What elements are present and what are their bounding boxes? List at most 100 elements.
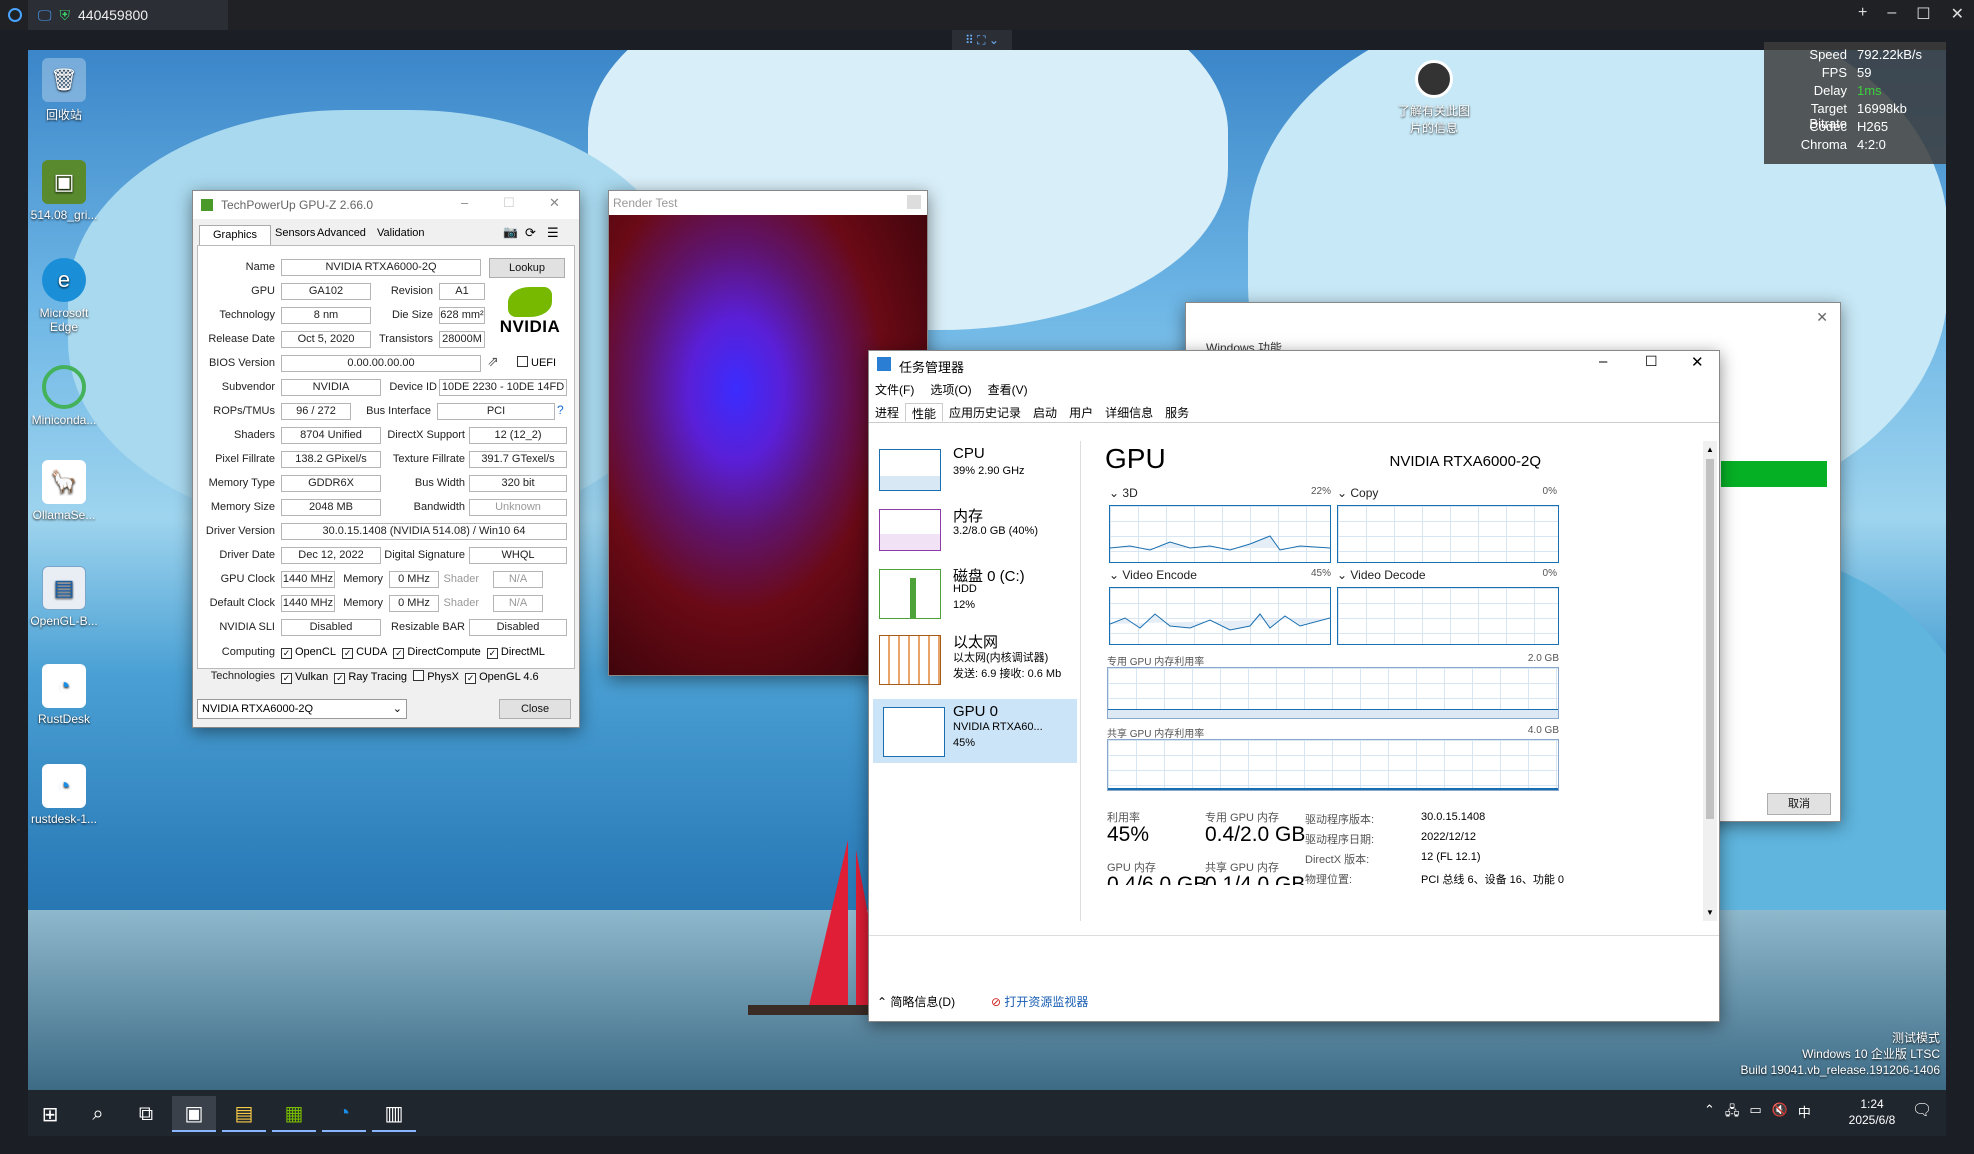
tab-services[interactable]: 服务: [1159, 403, 1195, 422]
menu-options[interactable]: 选项(O): [930, 381, 971, 398]
start-windows-icon[interactable]: ⊞: [28, 1096, 72, 1132]
texture-fillrate-field[interactable]: 391.7 GTexel/s: [469, 451, 567, 468]
device-id-field[interactable]: 10DE 2230 - 10DE 14FD: [439, 379, 567, 396]
pixel-fillrate-field[interactable]: 138.2 GPixel/s: [281, 451, 381, 468]
memory-size-field[interactable]: 2048 MB: [281, 499, 381, 516]
close-icon[interactable]: ✕: [1951, 4, 1964, 24]
directml-checkbox[interactable]: ✓ DirectML: [486, 646, 545, 659]
fewer-details-link[interactable]: ⌃ 简略信息(D): [877, 993, 955, 1010]
sli-field[interactable]: Disabled: [281, 619, 381, 636]
gpu-clock-field[interactable]: 1440 MHz: [281, 571, 335, 588]
network-icon[interactable]: 🖧: [1725, 1102, 1740, 1124]
default-shader-field[interactable]: N/A: [493, 595, 543, 612]
ray-tracing-checkbox[interactable]: ✓ Ray Tracing: [334, 671, 407, 684]
bandwidth-field[interactable]: Unknown: [469, 499, 567, 516]
physx-checkbox[interactable]: PhysX: [413, 670, 459, 683]
taskbar-app-gpuz[interactable]: ▣: [172, 1096, 216, 1132]
desktop-icon-ollama[interactable]: 🦙 OllamaSe...: [26, 460, 102, 522]
tab-users[interactable]: 用户: [1063, 403, 1099, 422]
tab-details[interactable]: 详细信息: [1099, 403, 1159, 422]
transistors-field[interactable]: 28000M: [439, 331, 485, 348]
minimize-icon[interactable]: –: [461, 195, 468, 210]
notification-icon[interactable]: 🗨: [1912, 1100, 1932, 1120]
sidebar-item-gpu[interactable]: GPU 0 NVIDIA RTXA60... 45%: [873, 699, 1077, 763]
task-manager-icon[interactable]: ▥: [372, 1096, 416, 1132]
sidebar-item-ethernet[interactable]: 以太网 以太网(内核调试器) 发送: 6.9 接收: 0.6 Mb: [869, 627, 1076, 691]
desktop-icon-rustdesk-installer[interactable]: ◔ rustdesk-1...: [26, 764, 102, 826]
search-icon[interactable]: ⌕: [76, 1096, 120, 1132]
uefi-checkbox[interactable]: UEFI: [517, 356, 556, 369]
scrollbar[interactable]: ▲ ▼: [1703, 441, 1717, 921]
tab-startup[interactable]: 启动: [1027, 403, 1063, 422]
desktop-icon-rustdesk[interactable]: ◔ RustDesk: [26, 664, 102, 726]
cuda-checkbox[interactable]: ✓ CUDA: [342, 646, 387, 659]
volume-muted-icon[interactable]: 🔇: [1772, 1102, 1788, 1124]
display-icon[interactable]: ▭: [1749, 1102, 1761, 1124]
file-explorer-icon[interactable]: ▤: [222, 1096, 266, 1132]
gpu-shader-field[interactable]: N/A: [493, 571, 543, 588]
menu-icon[interactable]: ☰: [547, 225, 559, 241]
taskbar-app-render-test[interactable]: ▦: [272, 1096, 316, 1132]
gpu-memory-field[interactable]: 0 MHz: [389, 571, 439, 588]
close-icon[interactable]: ✕: [549, 195, 560, 211]
refresh-icon[interactable]: ⟳: [525, 225, 536, 241]
desktop-icon-recycle-bin[interactable]: 🗑 回收站: [26, 58, 102, 123]
technology-field[interactable]: 8 nm: [281, 307, 371, 324]
rustdesk-icon[interactable]: ◔: [322, 1096, 366, 1132]
close-icon[interactable]: ✕: [1816, 309, 1828, 326]
camera-icon[interactable]: 📷: [503, 225, 518, 239]
task-view-icon[interactable]: ⧉: [124, 1096, 168, 1132]
name-field[interactable]: NVIDIA RTXA6000-2Q: [281, 259, 481, 276]
help-icon[interactable]: ?: [557, 403, 564, 417]
remote-toolbar-toggle[interactable]: ⠿ ⛶ ⌄: [952, 30, 1012, 50]
session-tab[interactable]: 🖵 ⛨ 440459800: [28, 0, 228, 30]
ime-indicator[interactable]: 中: [1798, 1102, 1811, 1124]
sidebar-item-cpu[interactable]: CPU 39% 2.90 GHz: [869, 441, 1076, 505]
subvendor-field[interactable]: NVIDIA: [281, 379, 381, 396]
opencl-checkbox[interactable]: ✓ OpenCL: [281, 646, 336, 659]
close-icon[interactable]: [907, 195, 921, 209]
default-clock-field[interactable]: 1440 MHz: [281, 595, 335, 612]
minimize-icon[interactable]: –: [1599, 353, 1607, 370]
chevron-up-icon[interactable]: ▲: [1706, 445, 1714, 454]
chevron-down-icon[interactable]: ▼: [1706, 908, 1714, 917]
engine-label-copy[interactable]: ⌄ Copy: [1337, 486, 1378, 500]
driver-date-field[interactable]: Dec 12, 2022: [281, 547, 381, 564]
sidebar-item-memory[interactable]: 内存 3.2/8.0 GB (40%): [869, 501, 1076, 565]
desktop-icon-opengl[interactable]: ▤ OpenGL-B...: [26, 566, 102, 628]
spotlight-info-icon-item[interactable]: 了解有关此图片的信息: [1394, 60, 1474, 136]
bus-width-field[interactable]: 320 bit: [469, 475, 567, 492]
lookup-button[interactable]: Lookup: [489, 258, 565, 278]
resizable-bar-field[interactable]: Disabled: [469, 619, 567, 636]
maximize-icon[interactable]: ☐: [1645, 353, 1658, 370]
desktop-icon-driver[interactable]: ▣ 514.08_gri...: [26, 160, 102, 222]
tab-validation[interactable]: Validation: [377, 227, 425, 239]
menu-view[interactable]: 查看(V): [988, 381, 1028, 398]
die-size-field[interactable]: 628 mm²: [439, 307, 485, 324]
vulkan-checkbox[interactable]: ✓ Vulkan: [281, 671, 328, 684]
directx-field[interactable]: 12 (12_2): [469, 427, 567, 444]
desktop-icon-miniconda[interactable]: Miniconda...: [26, 365, 102, 427]
chevron-up-icon[interactable]: ⌃: [1704, 1102, 1715, 1124]
bios-field[interactable]: 0.00.00.00.00: [281, 355, 481, 372]
tab-performance[interactable]: 性能: [905, 403, 944, 422]
sidebar-item-disk[interactable]: 磁盘 0 (C:) HDD 12%: [869, 561, 1076, 625]
minimize-icon[interactable]: –: [1887, 4, 1896, 24]
release-date-field[interactable]: Oct 5, 2020: [281, 331, 371, 348]
opengl-checkbox[interactable]: ✓ OpenGL 4.6: [465, 671, 539, 684]
tab-advanced[interactable]: Advanced: [317, 227, 366, 239]
share-icon[interactable]: ⇗: [487, 353, 499, 370]
tab-app-history[interactable]: 应用历史记录: [943, 403, 1027, 422]
engine-label-3d[interactable]: ⌄ 3D: [1109, 486, 1138, 500]
directcompute-checkbox[interactable]: ✓ DirectCompute: [393, 646, 481, 659]
bus-interface-field[interactable]: PCI: [437, 403, 555, 420]
gpu-select-dropdown[interactable]: NVIDIA RTXA6000-2Q ⌄: [197, 699, 407, 719]
default-memory-field[interactable]: 0 MHz: [389, 595, 439, 612]
maximize-icon[interactable]: ☐: [1916, 4, 1930, 24]
memory-type-field[interactable]: GDDR6X: [281, 475, 381, 492]
engine-label-video-decode[interactable]: ⌄ Video Decode: [1337, 568, 1426, 582]
shaders-field[interactable]: 8704 Unified: [281, 427, 381, 444]
cancel-button[interactable]: 取消: [1767, 793, 1831, 815]
tab-graphics-card[interactable]: Graphics Card: [199, 225, 271, 259]
menu-file[interactable]: 文件(F): [875, 381, 914, 398]
